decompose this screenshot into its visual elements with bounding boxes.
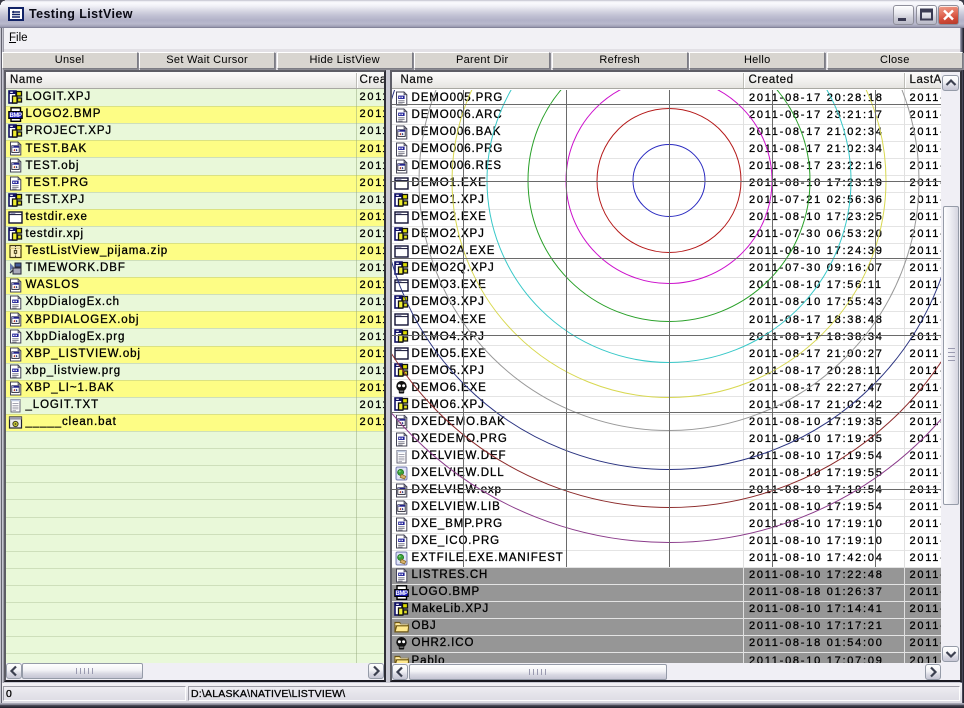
svg-text:BMP: BMP: [395, 591, 408, 597]
svg-text:BMP: BMP: [9, 113, 22, 119]
